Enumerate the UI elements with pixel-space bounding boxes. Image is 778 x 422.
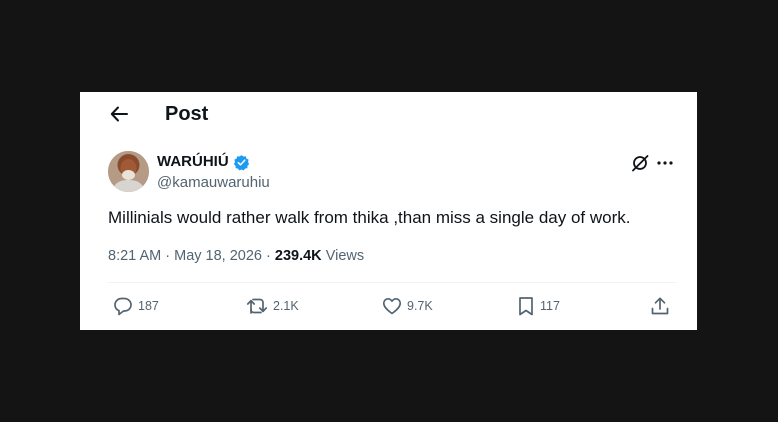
- author-handle[interactable]: @kamauwaruhiu: [157, 173, 270, 193]
- back-button[interactable]: [106, 103, 132, 125]
- avatar[interactable]: [108, 151, 149, 192]
- like-button[interactable]: 9.7K: [382, 295, 433, 317]
- author-name-row: WARÚHIÚ: [157, 152, 250, 172]
- post-card: Post WARÚHIÚ @kamauwaruhiu Millinials wo…: [80, 92, 697, 330]
- avatar-photo: [108, 151, 149, 192]
- heart-icon: [382, 297, 402, 315]
- more-dots-icon: [657, 161, 673, 165]
- meta-separator: ·: [266, 248, 271, 264]
- verified-badge-icon[interactable]: [233, 154, 250, 171]
- repost-count: 2.1K: [273, 299, 299, 313]
- grok-button[interactable]: [629, 152, 651, 174]
- meta-separator: ·: [165, 248, 171, 264]
- repost-icon: [246, 298, 268, 314]
- repost-button[interactable]: 2.1K: [246, 295, 299, 317]
- post-time[interactable]: 8:21 AM: [108, 248, 161, 264]
- bookmark-icon: [519, 297, 533, 316]
- reply-button[interactable]: 187: [113, 295, 159, 317]
- bookmark-count: 117: [540, 299, 560, 313]
- grok-icon: [632, 155, 649, 172]
- post-metadata: 8:21 AM · May 18, 2026 · 239.4K Views: [108, 246, 364, 266]
- views-label: Views: [325, 248, 365, 264]
- views-count: 239.4K: [274, 248, 322, 264]
- more-options-button[interactable]: [654, 152, 676, 174]
- share-icon: [651, 297, 669, 315]
- reply-icon: [114, 297, 132, 316]
- post-date[interactable]: May 18, 2026: [174, 248, 262, 264]
- arrow-left-icon: [110, 106, 128, 122]
- share-button[interactable]: [650, 295, 670, 317]
- author-display-name[interactable]: WARÚHIÚ: [157, 152, 229, 172]
- post-text: Millinials would rather walk from thika …: [108, 208, 631, 227]
- page-title: Post: [165, 103, 209, 125]
- post-header: Post: [80, 92, 697, 136]
- actions-divider: [108, 282, 676, 283]
- like-count: 9.7K: [407, 299, 433, 313]
- bookmark-button[interactable]: 117: [517, 295, 560, 317]
- reply-count: 187: [138, 299, 159, 313]
